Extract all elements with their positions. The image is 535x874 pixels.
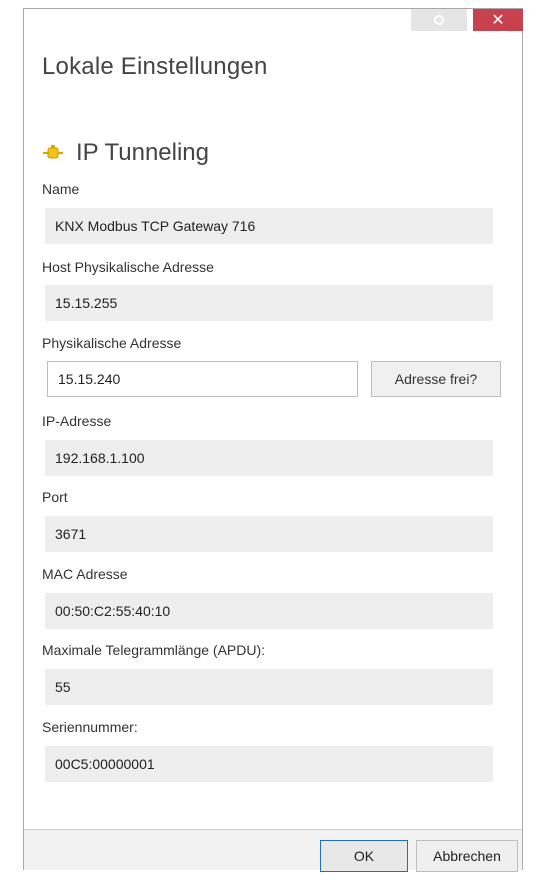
local-settings-dialog: ✕ Lokale Einstellungen IP Tunneling Name… (23, 8, 523, 872)
port-label: Port (42, 489, 68, 505)
name-field: KNX Modbus TCP Gateway 716 (45, 208, 493, 244)
host-physical-address-field: 15.15.255 (45, 285, 493, 321)
close-button[interactable]: ✕ (473, 9, 523, 31)
mac-address-label: MAC Adresse (42, 566, 128, 582)
section-title: IP Tunneling (76, 139, 209, 166)
max-apdu-label: Maximale Telegrammlänge (APDU): (42, 642, 266, 658)
mac-address-field: 00:50:C2:55:40:10 (45, 593, 493, 629)
physical-address-label: Physikalische Adresse (42, 335, 182, 351)
host-physical-address-label: Host Physikalische Adresse (42, 259, 214, 275)
section-header: IP Tunneling (42, 139, 209, 167)
serial-number-field: 00C5:00000001 (45, 746, 493, 782)
serial-number-label: Seriennummer: (42, 719, 138, 735)
dialog-footer: OK Abbrechen (24, 829, 522, 872)
max-apdu-field: 55 (45, 669, 493, 705)
port-field: 3671 (45, 516, 493, 552)
dialog-title: Lokale Einstellungen (42, 53, 268, 80)
ok-button[interactable]: OK (320, 840, 408, 872)
restore-button[interactable] (411, 9, 467, 31)
plug-connector-icon (42, 144, 64, 162)
close-icon: ✕ (491, 12, 505, 29)
cancel-button[interactable]: Abbrechen (416, 840, 518, 872)
ip-address-label: IP-Adresse (42, 413, 112, 429)
ip-address-field: 192.168.1.100 (45, 440, 493, 476)
physical-address-input[interactable]: 15.15.240 (47, 361, 358, 397)
name-label: Name (42, 181, 80, 197)
address-free-button[interactable]: Adresse frei? (371, 361, 501, 397)
restore-icon (434, 15, 444, 25)
